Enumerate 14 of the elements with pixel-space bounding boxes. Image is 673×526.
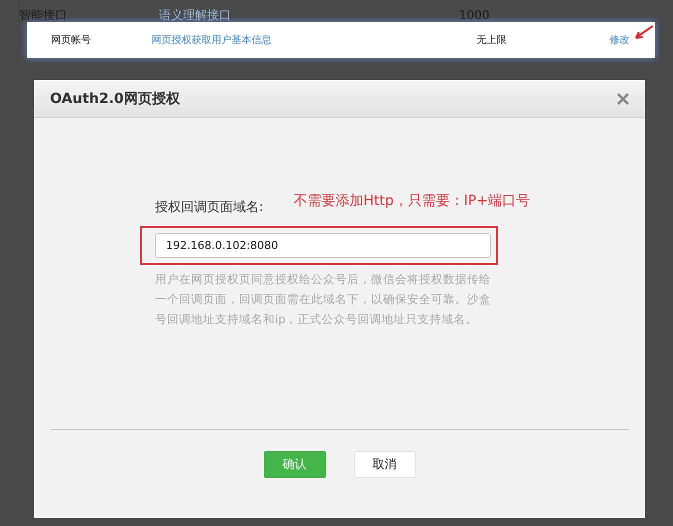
confirm-button[interactable]: 确认 [264, 451, 326, 478]
close-icon[interactable] [617, 92, 629, 104]
table-cell-text: 语义理解接口 [158, 8, 232, 22]
edit-link[interactable]: 修改 [609, 33, 630, 47]
help-text: 用户在网页授权页同意授权给公众号后，微信会将授权数据传给一个回调页面，回调页面需在此域名下，以确保安全可靠。沙盒号回调地址支持域名和ip，正式公众号回调地址只支持域名。 [155, 271, 491, 328]
feature-link[interactable]: 网页授权获取用户基本信息 [149, 33, 476, 47]
table-cell-text: 网页帐号 [50, 34, 92, 47]
table-cell-text: 无上限 [476, 34, 508, 47]
dialog-title: OAuth2.0网页授权 [50, 90, 180, 108]
domain-field[interactable]: 192.168.0.102:8080 [155, 233, 491, 258]
cancel-button[interactable]: 取消 [354, 451, 416, 478]
field-label: 授权回调页面域名: [155, 199, 264, 216]
annotation: 不需要添加Http，只需要：IP+端口号 [293, 192, 530, 211]
arrow-icon [633, 25, 655, 41]
